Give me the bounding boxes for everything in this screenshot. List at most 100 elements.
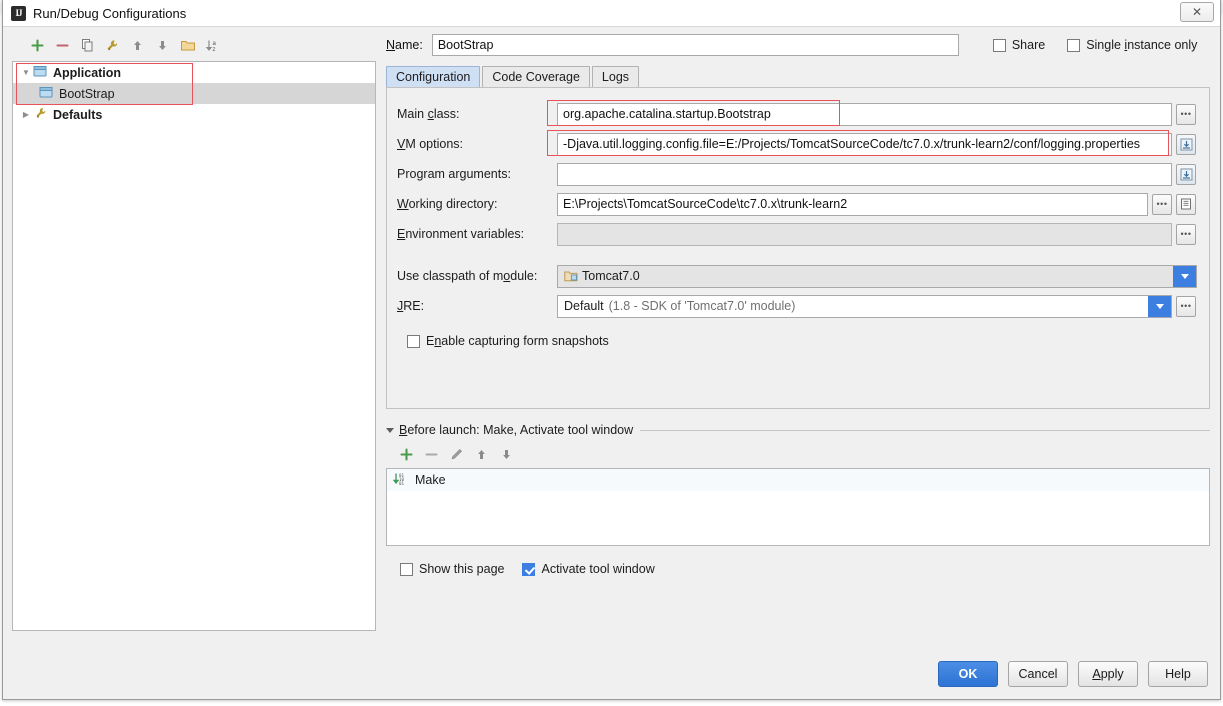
use-classpath-combobox[interactable]: Tomcat7.0 [557, 264, 1197, 288]
tab-code-coverage[interactable]: Code Coverage [482, 66, 590, 87]
before-launch-title: Before launch: Make, Activate tool windo… [399, 423, 634, 437]
working-directory-label: Working directory: [397, 197, 498, 211]
single-instance-checkbox[interactable]: Single instance only [1067, 38, 1197, 52]
before-launch-edit-button[interactable] [444, 443, 469, 465]
program-arguments-row: Program arguments: [397, 162, 1196, 186]
use-classpath-row: Use classpath of module: Tomcat7.0 [397, 264, 1197, 288]
jre-hint: (1.8 - SDK of 'Tomcat7.0' module) [608, 299, 796, 313]
name-label: Name: [386, 38, 423, 52]
before-launch-move-down-button[interactable] [494, 443, 519, 465]
jre-row: JRE: Default (1.8 - SDK of 'Tomcat7.0' m… [397, 294, 1196, 318]
enable-snapshots-checkbox[interactable]: Enable capturing form snapshots [407, 334, 1195, 348]
before-launch-move-up-button[interactable] [469, 443, 494, 465]
vm-options-input[interactable] [557, 132, 1172, 156]
activate-tool-window-label: Activate tool window [541, 562, 655, 576]
working-directory-row: Working directory: ••• [397, 192, 1196, 216]
jre-browse-button[interactable]: ••• [1176, 295, 1196, 317]
intellij-idea-icon: IJ [11, 5, 26, 21]
environment-variables-input[interactable] [557, 222, 1172, 246]
help-button[interactable]: Help [1148, 661, 1208, 687]
create-folder-button[interactable] [175, 34, 200, 56]
checkbox-box[interactable] [992, 38, 1006, 52]
before-launch-task-list[interactable]: 01 10 01 Make [386, 468, 1210, 546]
configuration-tab-panel: Main class: ••• VM options: [386, 87, 1210, 409]
apply-button[interactable]: Apply [1078, 661, 1138, 687]
configuration-editor-panel: Name: Share Single instance only Configu… [386, 32, 1210, 576]
dialog-button-bar: OK Cancel Apply Help [938, 661, 1208, 687]
defaults-icon [33, 107, 48, 123]
chevron-down-icon[interactable] [1173, 265, 1196, 287]
single-instance-label: Single instance only [1086, 38, 1198, 52]
activate-tool-window-checkbox[interactable]: Activate tool window [522, 562, 655, 576]
checkbox-box[interactable] [522, 562, 536, 576]
environment-variables-label: Environment variables: [397, 227, 525, 241]
chevron-down-icon[interactable] [1148, 295, 1171, 317]
program-arguments-label: Program arguments: [397, 167, 511, 181]
remove-configuration-button[interactable] [50, 34, 75, 56]
tree-node-label: Application [53, 65, 122, 80]
move-down-button[interactable] [150, 34, 175, 56]
tree-node-defaults[interactable]: ▶ Defaults [13, 104, 375, 125]
add-configuration-button[interactable] [25, 34, 50, 56]
sort-az-icon[interactable]: a z [200, 34, 225, 56]
svg-text:z: z [212, 47, 215, 53]
environment-variables-row: Environment variables: ••• [397, 222, 1196, 246]
tree-node-application[interactable]: ▼ Application [13, 62, 375, 83]
use-classpath-label: Use classpath of module: [397, 269, 538, 283]
jre-combobox[interactable]: Default (1.8 - SDK of 'Tomcat7.0' module… [557, 294, 1172, 318]
before-launch-remove-button[interactable] [419, 443, 444, 465]
tab-configuration[interactable]: Configuration [386, 66, 481, 87]
editor-tabs: Configuration Code Coverage Logs [386, 66, 1210, 87]
name-input[interactable] [431, 34, 959, 56]
tab-logs[interactable]: Logs [591, 66, 640, 87]
dialog-body: a z ▼ Application BootStrap ▶ Defaults N… [3, 27, 1220, 699]
before-launch-header: Before launch: Make, Activate tool windo… [386, 421, 1210, 439]
name-row: Name: Share Single instance only [386, 32, 1210, 58]
show-this-page-checkbox[interactable]: Show this page [400, 562, 504, 576]
main-class-browse-button[interactable]: ••• [1176, 103, 1196, 125]
jre-value: Default [564, 299, 604, 313]
show-this-page-label: Show this page [419, 562, 505, 576]
ok-button[interactable]: OK [938, 661, 998, 687]
configurations-toolbar: a z [12, 32, 376, 58]
dialog-title: Run/Debug Configurations [33, 5, 187, 21]
working-directory-input[interactable] [557, 192, 1148, 216]
expand-triangle-right-icon[interactable]: ▶ [19, 110, 33, 119]
environment-variables-browse-button[interactable]: ••• [1176, 223, 1196, 245]
expand-triangle-down-icon[interactable]: ▼ [19, 68, 33, 77]
module-icon [564, 270, 578, 282]
checkbox-box[interactable] [407, 334, 420, 348]
program-arguments-expand-button[interactable] [1176, 163, 1196, 185]
before-launch-add-button[interactable] [394, 443, 419, 465]
move-up-button[interactable] [125, 34, 150, 56]
close-icon[interactable]: ✕ [1180, 2, 1214, 22]
share-checkbox[interactable]: Share [992, 38, 1046, 52]
configurations-panel: a z ▼ Application BootStrap ▶ Defaults [12, 32, 376, 631]
tree-node-bootstrap[interactable]: BootStrap [13, 83, 375, 104]
before-launch-task-item[interactable]: 01 10 01 Make [387, 469, 1209, 491]
dialog-titlebar: IJ Run/Debug Configurations ✕ [3, 0, 1220, 27]
before-launch-options: Show this page Activate tool window [386, 562, 1210, 576]
tree-node-label: BootStrap [59, 86, 115, 101]
checkbox-box[interactable] [400, 562, 413, 576]
program-arguments-input[interactable] [557, 162, 1172, 186]
vm-options-expand-button[interactable] [1176, 133, 1196, 155]
checkbox-box[interactable] [1067, 38, 1081, 52]
vm-options-row: VM options: [397, 132, 1196, 156]
configurations-tree[interactable]: ▼ Application BootStrap ▶ Defaults [12, 61, 376, 631]
task-label: Make [415, 473, 446, 487]
working-directory-macro-button[interactable] [1176, 193, 1196, 215]
edit-defaults-button[interactable] [100, 34, 125, 56]
main-class-input[interactable] [557, 102, 1172, 126]
tree-node-label: Defaults [53, 107, 103, 122]
share-label: Share [1011, 38, 1046, 52]
main-class-row: Main class: ••• [397, 102, 1196, 126]
application-icon [39, 86, 54, 102]
working-directory-browse-button[interactable]: ••• [1152, 193, 1172, 215]
cancel-button[interactable]: Cancel [1008, 661, 1068, 687]
vm-options-label: VM options: [397, 137, 464, 151]
before-launch-toolbar [386, 442, 1210, 466]
jre-label: JRE: [397, 299, 425, 313]
collapse-triangle-icon[interactable] [386, 427, 394, 433]
copy-configuration-button[interactable] [75, 34, 100, 56]
